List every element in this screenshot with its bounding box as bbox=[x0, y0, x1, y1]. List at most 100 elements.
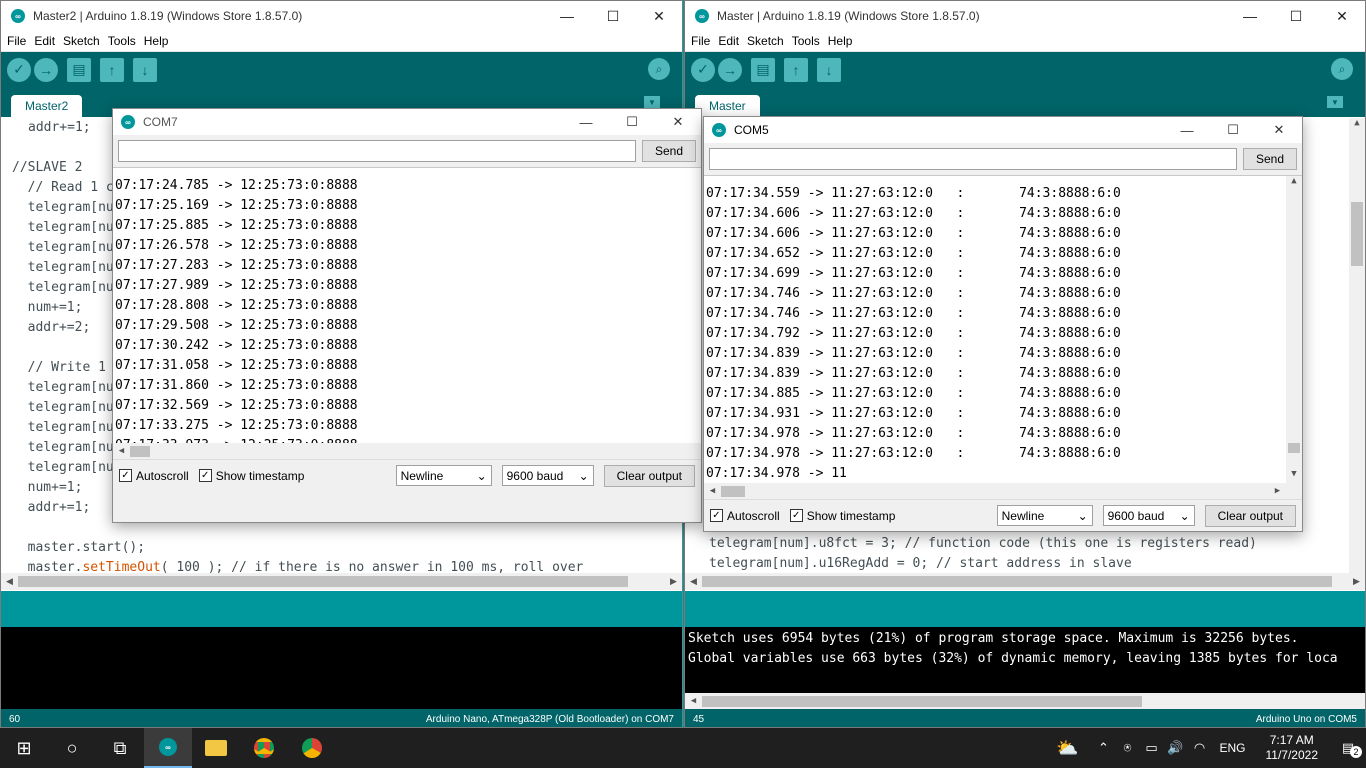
scroll-thumb[interactable] bbox=[702, 695, 1142, 707]
save-icon[interactable]: ↓ bbox=[817, 57, 841, 82]
serial-line: 07:17:31.058 -> 12:25:73:0:8888 bbox=[115, 358, 358, 373]
com7-output[interactable]: 07:17:24.785 -> 12:25:73:0:8888 07:17:25… bbox=[113, 167, 701, 459]
chrome-profile-icon[interactable] bbox=[288, 728, 336, 768]
minimize-icon[interactable]: — bbox=[1164, 117, 1210, 143]
com7-send-input[interactable] bbox=[118, 140, 636, 162]
search-icon[interactable]: ○ bbox=[48, 728, 96, 768]
menu-tools[interactable]: Tools bbox=[792, 34, 820, 48]
upload-icon[interactable]: → bbox=[34, 57, 58, 82]
arduino-taskbar-icon[interactable]: ∞ bbox=[144, 728, 192, 768]
com5-vscroll[interactable]: ▲ ▼ bbox=[1286, 176, 1302, 483]
scroll-thumb[interactable] bbox=[1351, 202, 1363, 266]
scroll-thumb[interactable] bbox=[721, 485, 745, 497]
clock[interactable]: 7:17 AM 11/7/2022 bbox=[1266, 733, 1319, 763]
scroll-left-icon[interactable]: ◀ bbox=[1, 576, 18, 587]
minimize-icon[interactable]: — bbox=[563, 109, 609, 135]
com5-send-input[interactable] bbox=[709, 148, 1237, 170]
language-indicator[interactable]: ENG bbox=[1219, 741, 1245, 755]
menu-edit[interactable]: Edit bbox=[718, 34, 739, 48]
right-editor-vscroll[interactable]: ▲ bbox=[1349, 118, 1365, 573]
close-icon[interactable]: ✕ bbox=[655, 109, 701, 135]
notification-icon[interactable]: ▤ 2 bbox=[1330, 740, 1366, 758]
com5-line-ending-select[interactable]: Newline ⌄ bbox=[996, 505, 1093, 526]
save-icon[interactable]: ↓ bbox=[133, 57, 157, 82]
com7-timestamp[interactable]: ✓ Show timestamp bbox=[198, 469, 304, 483]
scroll-right-icon[interactable]: ▶ bbox=[665, 576, 682, 587]
com7-baud-select[interactable]: 9600 baud ⌄ bbox=[501, 465, 594, 486]
volume-icon[interactable]: 🔊 bbox=[1163, 740, 1187, 756]
close-icon[interactable]: ✕ bbox=[1256, 117, 1302, 143]
tab-master[interactable]: Master bbox=[695, 95, 760, 117]
scroll-right-icon[interactable]: ▶ bbox=[1269, 486, 1286, 496]
menu-edit[interactable]: Edit bbox=[34, 34, 55, 48]
close-icon[interactable]: ✕ bbox=[1319, 1, 1365, 31]
scroll-thumb[interactable] bbox=[702, 576, 1332, 587]
com5-titlebar[interactable]: ∞ COM5 — ☐ ✕ bbox=[704, 117, 1302, 143]
menu-file[interactable]: File bbox=[691, 34, 710, 48]
maximize-icon[interactable]: ☐ bbox=[1210, 117, 1256, 143]
com5-timestamp[interactable]: ✓ Show timestamp bbox=[789, 509, 895, 523]
menu-help[interactable]: Help bbox=[828, 34, 853, 48]
close-icon[interactable]: ✕ bbox=[636, 1, 682, 31]
scroll-up-icon[interactable]: ▲ bbox=[1349, 118, 1365, 132]
weather-icon[interactable]: ⛅ bbox=[1055, 738, 1079, 759]
com7-hscroll[interactable]: ◀ bbox=[113, 443, 701, 459]
com5-autoscroll[interactable]: ✓ Autoscroll bbox=[710, 509, 780, 523]
com7-clear-button[interactable]: Clear output bbox=[603, 464, 695, 487]
minimize-icon[interactable]: — bbox=[1227, 1, 1273, 31]
scroll-thumb[interactable] bbox=[18, 576, 628, 587]
right-editor-hscroll[interactable]: ◀ ▶ bbox=[685, 573, 1365, 590]
open-icon[interactable]: ↑ bbox=[100, 57, 124, 82]
com5-clear-button[interactable]: Clear output bbox=[1204, 504, 1296, 527]
left-editor-hscroll[interactable]: ◀ ▶ bbox=[1, 573, 682, 590]
windows-start-icon[interactable]: ⊞ bbox=[0, 728, 48, 768]
menu-sketch[interactable]: Sketch bbox=[63, 34, 100, 48]
menu-file[interactable]: File bbox=[7, 34, 26, 48]
tab-menu-icon[interactable]: ▼ bbox=[644, 96, 660, 108]
new-file-icon[interactable]: ▤ bbox=[751, 57, 775, 82]
chevron-up-icon[interactable]: ⌃ bbox=[1091, 740, 1115, 756]
scroll-right-icon[interactable]: ▶ bbox=[1348, 576, 1365, 587]
new-file-icon[interactable]: ▤ bbox=[67, 57, 91, 82]
upload-icon[interactable]: → bbox=[718, 57, 742, 82]
scroll-thumb[interactable] bbox=[1288, 443, 1300, 453]
menu-sketch[interactable]: Sketch bbox=[747, 34, 784, 48]
com7-titlebar[interactable]: ∞ COM7 — ☐ ✕ bbox=[113, 109, 701, 135]
wifi-icon[interactable]: ◠ bbox=[1187, 740, 1211, 756]
com7-line-ending-select[interactable]: Newline ⌄ bbox=[395, 465, 492, 486]
right-ide-titlebar[interactable]: ∞ Master | Arduino 1.8.19 (Windows Store… bbox=[685, 1, 1365, 31]
menu-help[interactable]: Help bbox=[144, 34, 169, 48]
scroll-left-icon[interactable]: ◀ bbox=[685, 696, 702, 706]
file-explorer-icon[interactable] bbox=[192, 728, 240, 768]
com5-output[interactable]: 07:17:34.559 -> 11:27:63:12:0 : 74:3:888… bbox=[704, 175, 1302, 499]
serial-monitor-icon[interactable]: ⌕ bbox=[1331, 58, 1353, 80]
scroll-left-icon[interactable]: ◀ bbox=[113, 446, 130, 456]
scroll-left-icon[interactable]: ◀ bbox=[685, 576, 702, 587]
com5-send-button[interactable]: Send bbox=[1243, 148, 1297, 170]
task-view-icon[interactable]: ⧉ bbox=[96, 728, 144, 768]
tab-master2[interactable]: Master2 bbox=[11, 95, 83, 117]
left-ide-titlebar[interactable]: ∞ Master2 | Arduino 1.8.19 (Windows Stor… bbox=[1, 1, 682, 31]
menu-tools[interactable]: Tools bbox=[108, 34, 136, 48]
verify-icon[interactable]: ✓ bbox=[691, 57, 715, 82]
minimize-icon[interactable]: — bbox=[544, 1, 590, 31]
scroll-thumb[interactable] bbox=[130, 445, 150, 457]
battery-icon[interactable]: ▭ bbox=[1139, 740, 1163, 756]
verify-icon[interactable]: ✓ bbox=[7, 57, 31, 82]
com7-autoscroll[interactable]: ✓ Autoscroll bbox=[119, 469, 189, 483]
chrome-icon[interactable] bbox=[240, 728, 288, 768]
maximize-icon[interactable]: ☐ bbox=[590, 1, 636, 31]
scroll-down-icon[interactable]: ▼ bbox=[1286, 469, 1302, 483]
open-icon[interactable]: ↑ bbox=[784, 57, 808, 82]
com5-baud-select[interactable]: 9600 baud ⌄ bbox=[1102, 505, 1195, 526]
tab-menu-icon[interactable]: ▼ bbox=[1327, 96, 1343, 108]
maximize-icon[interactable]: ☐ bbox=[1273, 1, 1319, 31]
maximize-icon[interactable]: ☐ bbox=[609, 109, 655, 135]
console-hscroll[interactable]: ◀ bbox=[685, 693, 1365, 709]
com5-hscroll[interactable]: ◀ ▶ bbox=[704, 483, 1302, 499]
com7-send-button[interactable]: Send bbox=[642, 140, 696, 162]
scroll-left-icon[interactable]: ◀ bbox=[704, 486, 721, 496]
usb-icon[interactable]: ⍟ bbox=[1115, 740, 1139, 756]
serial-monitor-icon[interactable]: ⌕ bbox=[648, 58, 670, 80]
scroll-up-icon[interactable]: ▲ bbox=[1286, 176, 1302, 190]
